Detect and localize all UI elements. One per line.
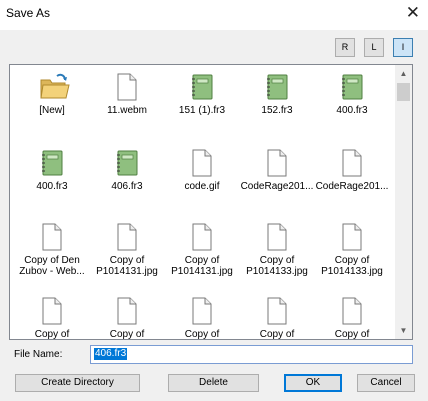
file-item-label: 406.fr3 [111, 181, 143, 192]
report-icon [265, 73, 289, 101]
document-icon [115, 223, 139, 251]
close-icon[interactable]: ✕ [406, 4, 420, 21]
file-item-label: Copy of [259, 329, 295, 340]
file-item[interactable]: 11.webm [90, 69, 164, 145]
file-item[interactable]: 152.fr3 [240, 69, 314, 145]
file-item-label: Copy of [34, 329, 70, 340]
document-icon [265, 223, 289, 251]
file-item-label: Copy of [109, 329, 145, 340]
report-icon [40, 149, 64, 177]
title-bar: Save As ✕ [0, 0, 428, 30]
file-item-label: Copy of P1014133.jpg [321, 255, 383, 277]
file-item[interactable]: 151 (1).fr3 [165, 69, 239, 145]
cancel-button[interactable]: Cancel [357, 374, 415, 392]
window-title: Save As [6, 6, 51, 20]
file-item-label: Copy of [334, 329, 370, 340]
file-item[interactable]: Copy of [165, 293, 239, 340]
file-item[interactable]: Copy of P1014131.jpg [90, 219, 164, 295]
scroll-up-icon[interactable]: ▲ [395, 65, 412, 82]
file-item[interactable]: Copy of P1014133.jpg [315, 219, 389, 295]
file-item-label: 151 (1).fr3 [178, 105, 226, 116]
file-item[interactable]: Copy of P1014133.jpg [240, 219, 314, 295]
file-item[interactable]: Copy of [315, 293, 389, 340]
file-item-label: code.gif [184, 181, 220, 192]
file-item[interactable]: 400.fr3 [15, 145, 89, 221]
file-name-label: File Name: [14, 349, 63, 360]
document-icon [115, 73, 139, 101]
file-item[interactable]: Copy of P1014131.jpg [165, 219, 239, 295]
document-icon [40, 223, 64, 251]
file-item[interactable]: code.gif [165, 145, 239, 221]
file-item[interactable]: CodeRage201... [315, 145, 389, 221]
file-item-label: Copy of P1014131.jpg [171, 255, 233, 277]
create-directory-button[interactable]: Create Directory [15, 374, 140, 392]
document-icon [115, 297, 139, 325]
document-icon [265, 297, 289, 325]
file-item[interactable]: Copy of Den Zubov - Web... [15, 219, 89, 295]
file-item-label: 400.fr3 [336, 105, 368, 116]
document-icon [40, 297, 64, 325]
file-item-label: 11.webm [107, 105, 147, 116]
file-item-label: 400.fr3 [36, 181, 68, 192]
file-item[interactable]: CodeRage201... [240, 145, 314, 221]
report-icon [115, 149, 139, 177]
document-icon [190, 297, 214, 325]
report-icon [340, 73, 364, 101]
view-button-l[interactable]: L [364, 38, 384, 57]
view-button-i[interactable]: I [393, 38, 413, 57]
delete-button[interactable]: Delete [168, 374, 259, 392]
document-icon [190, 149, 214, 177]
file-item-label: Copy of P1014133.jpg [246, 255, 308, 277]
folder-icon [40, 73, 70, 101]
file-item-label: CodeRage201... [315, 181, 389, 192]
scroll-down-icon[interactable]: ▼ [395, 322, 412, 339]
ok-button[interactable]: OK [284, 374, 342, 392]
file-item[interactable]: Copy of [240, 293, 314, 340]
view-button-r[interactable]: R [335, 38, 355, 57]
file-item[interactable]: Copy of [15, 293, 89, 340]
file-item[interactable]: [New] [15, 69, 89, 145]
file-name-input[interactable]: 406.fr3 [90, 345, 413, 364]
file-item-label: [New] [39, 105, 65, 116]
document-icon [340, 223, 364, 251]
document-icon [265, 149, 289, 177]
file-list[interactable]: [New] 11.webm 151 (1).fr3 152.fr3 400.fr3 400… [9, 64, 413, 340]
report-icon [190, 73, 214, 101]
document-icon [190, 223, 214, 251]
file-item[interactable]: 406.fr3 [90, 145, 164, 221]
file-item[interactable]: 400.fr3 [315, 69, 389, 145]
document-icon [340, 297, 364, 325]
file-item-label: Copy of [184, 329, 220, 340]
file-item-label: CodeRage201... [240, 181, 314, 192]
file-item-label: Copy of P1014131.jpg [96, 255, 158, 277]
file-item-label: 152.fr3 [261, 105, 293, 116]
file-item-label: Copy of Den Zubov - Web... [19, 255, 85, 277]
file-item[interactable]: Copy of [90, 293, 164, 340]
document-icon [340, 149, 364, 177]
vertical-scrollbar[interactable]: ▲ ▼ [395, 65, 412, 339]
file-name-value: 406.fr3 [94, 348, 128, 360]
scroll-thumb[interactable] [397, 83, 410, 101]
